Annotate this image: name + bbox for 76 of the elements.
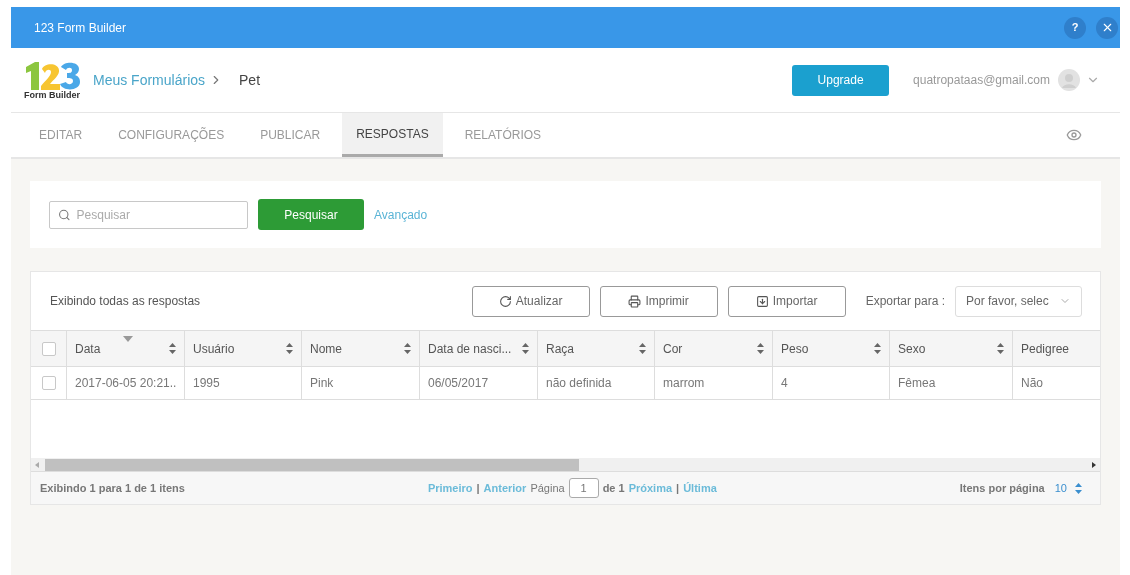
column-title: Peso [781, 340, 809, 358]
column-title: Raça [546, 340, 574, 358]
column-header[interactable]: Peso [773, 331, 890, 366]
search-box[interactable]: Pesquisar [49, 200, 248, 229]
sort-icon[interactable] [757, 343, 764, 354]
sort-icon[interactable] [169, 343, 176, 354]
help-button[interactable]: ? [1064, 16, 1086, 39]
table-cell: 06/05/2017 [420, 367, 538, 399]
sort-icon[interactable] [522, 343, 529, 354]
sort-icon[interactable] [997, 343, 1004, 354]
page-number-field[interactable]: 1 [568, 478, 599, 498]
logo-icon [23, 60, 81, 91]
table-cell: não definida [538, 367, 655, 399]
tab[interactable]: RELATÓRIOS [450, 113, 556, 157]
user-email[interactable]: quatropataas@gmail.com [913, 71, 1050, 89]
sort-icon[interactable] [639, 343, 646, 354]
tab[interactable]: EDITAR [25, 113, 97, 157]
form-name: Pet [239, 70, 261, 90]
table-cell: marrom [655, 367, 773, 399]
column-header[interactable]: Data de nasci... [420, 331, 538, 366]
column-header[interactable]: Sexo [890, 331, 1013, 366]
pager-separator: | [676, 480, 680, 496]
page-count: de 1 [602, 480, 625, 496]
sort-icon[interactable] [404, 343, 411, 354]
column-title: Pedigree [1021, 340, 1070, 358]
column-title: Data [75, 340, 101, 358]
column-header[interactable]: Raça [538, 331, 655, 366]
close-button[interactable] [1096, 16, 1118, 39]
window-title: 123 Form Builder [34, 19, 127, 37]
page-label: Página [530, 480, 565, 496]
checkbox[interactable] [41, 341, 56, 356]
column-header[interactable]: Cor [655, 331, 773, 366]
advanced-link[interactable]: Avançado [374, 205, 428, 224]
refresh-icon [498, 294, 512, 308]
column-header[interactable]: Data [67, 331, 185, 366]
sort-icon[interactable] [874, 343, 881, 354]
checkbox[interactable] [41, 376, 56, 390]
results-caption: Exibindo todas as respostas [50, 293, 201, 310]
search-button[interactable]: Pesquisar [258, 199, 364, 230]
sort-icon[interactable] [286, 343, 293, 354]
table-cell: Fêmea [890, 367, 1013, 399]
download-box-icon [755, 294, 769, 308]
table-cell: 2017-06-05 20:21.. [67, 367, 185, 399]
print-button[interactable]: Imprimir [599, 285, 718, 317]
pager-summary: Exibindo 1 para 1 de 1 itens [40, 480, 185, 496]
per-page-label: Itens por página [959, 480, 1045, 496]
column-header[interactable]: Usuário [185, 331, 302, 366]
search-icon [58, 207, 71, 222]
printer-icon [628, 294, 642, 308]
per-page-select[interactable]: 10 [1054, 479, 1082, 497]
column-title: Nome [310, 340, 342, 358]
table-cell-text: Não [1020, 375, 1044, 392]
eye-icon[interactable] [1066, 127, 1082, 143]
column-title: Sexo [898, 340, 926, 358]
column-title: Data de nasci... [428, 340, 512, 358]
tab[interactable]: CONFIGURAÇÕES [104, 113, 239, 157]
column-header[interactable]: Pedigree [1013, 331, 1100, 366]
column-header[interactable]: Nome [302, 331, 420, 366]
table-cell: 1995 [185, 367, 302, 399]
upgrade-button[interactable]: Upgrade [792, 64, 890, 96]
tab[interactable]: PUBLICAR [246, 113, 335, 157]
refresh-button[interactable]: Atualizar [471, 285, 590, 317]
table-cell: Pink [302, 367, 420, 399]
export-label: Exportar para : [865, 293, 945, 310]
scrollbar-thumb[interactable] [45, 458, 579, 471]
column-title: Cor [663, 340, 683, 358]
column-title: Usuário [193, 340, 235, 358]
breadcrumb-link[interactable]: Meus Formulários [93, 69, 206, 91]
tab[interactable]: RESPOSTAS [342, 113, 443, 157]
search-field[interactable]: Pesquisar [76, 205, 239, 224]
table-cell: 4 [773, 367, 890, 399]
stepper-icon [1075, 482, 1082, 494]
logo-caption: Form Builder [24, 90, 80, 100]
export-select[interactable]: Por favor, selec [955, 285, 1082, 317]
pager-separator: | [476, 480, 480, 496]
import-button[interactable]: Importar [727, 285, 846, 317]
